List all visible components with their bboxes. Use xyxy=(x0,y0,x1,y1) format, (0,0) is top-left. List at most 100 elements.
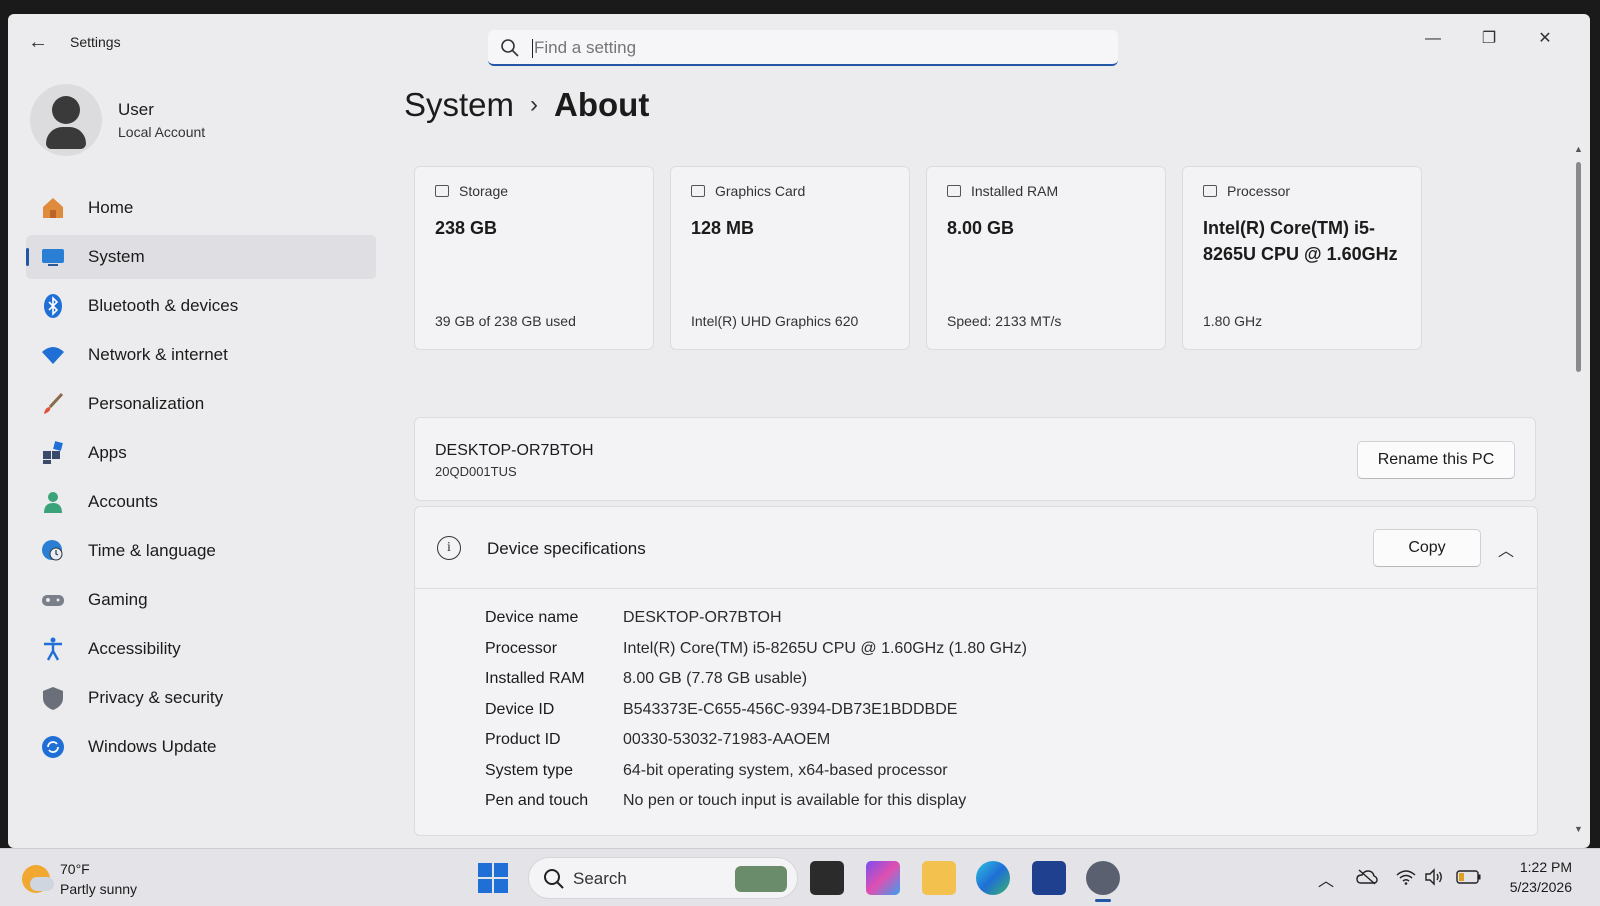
search-input[interactable] xyxy=(534,36,1094,60)
rename-pc-button[interactable]: Rename this PC xyxy=(1357,441,1515,479)
sidebar-nav: Home System Bluetooth & devices Network … xyxy=(8,184,398,772)
card-subtext: 1.80 GHz xyxy=(1203,313,1263,329)
minimize-button[interactable]: — xyxy=(1408,24,1458,54)
shield-icon xyxy=(43,687,63,710)
sidebar-item-label: Privacy & security xyxy=(88,688,224,707)
sidebar-item-label: Accessibility xyxy=(88,639,181,658)
settings-search-box[interactable] xyxy=(488,30,1118,66)
breadcrumb-parent[interactable]: System xyxy=(404,86,514,123)
table-row: Device ID B543373E-C655-456C-9394-DB73E1B… xyxy=(485,695,1027,726)
file-explorer-icon[interactable] xyxy=(922,861,956,895)
microsoft-365-icon[interactable] xyxy=(866,861,900,895)
graphics-card[interactable]: Graphics Card 128 MB Intel(R) UHD Graphi… xyxy=(670,166,910,350)
sidebar-item-privacy-security[interactable]: Privacy & security xyxy=(26,676,376,720)
search-highlight-image xyxy=(735,866,787,892)
bluetooth-icon xyxy=(44,294,62,318)
sidebar-item-label: Accounts xyxy=(88,492,158,511)
storage-card[interactable]: Storage 238 GB 39 GB of 238 GB used xyxy=(414,166,654,350)
sidebar-item-windows-update[interactable]: Windows Update xyxy=(26,725,376,769)
sidebar-item-system[interactable]: System xyxy=(26,235,376,279)
card-value: 238 GB xyxy=(435,218,498,238)
scrollbar-thumb[interactable] xyxy=(1576,162,1581,372)
sidebar-item-accessibility[interactable]: Accessibility xyxy=(26,627,376,671)
system-clock[interactable]: 1:22 PM 5/23/2026 xyxy=(1510,857,1572,897)
table-row: Installed RAM 8.00 GB (7.78 GB usable) xyxy=(485,664,1027,695)
storage-icon xyxy=(435,185,449,197)
onedrive-offline-icon[interactable] xyxy=(1356,869,1378,885)
pc-model: 20QD001TUS xyxy=(435,464,517,479)
card-value: Intel(R) Core(TM) i5-8265U CPU @ 1.60GHz xyxy=(1203,218,1398,264)
gpu-icon xyxy=(691,185,705,197)
volume-icon[interactable] xyxy=(1424,868,1444,886)
table-row: Device name DESKTOP-OR7BTOH xyxy=(485,603,1027,634)
vertical-scrollbar[interactable]: ▲ ▼ xyxy=(1574,144,1583,834)
sidebar-item-home[interactable]: Home xyxy=(26,186,376,230)
spec-value: Intel(R) Core(TM) i5-8265U CPU @ 1.60GHz… xyxy=(623,639,1027,657)
account-type: Local Account xyxy=(118,124,206,140)
sidebar-item-label: Bluetooth & devices xyxy=(88,296,239,315)
settings-window: ← Settings — ❐ ✕ User Local Account Home xyxy=(8,14,1590,848)
user-name: User xyxy=(118,100,154,119)
store-icon[interactable] xyxy=(1032,861,1066,895)
processor-card[interactable]: Processor Intel(R) Core(TM) i5-8265U CPU… xyxy=(1182,166,1422,350)
card-value: 8.00 GB xyxy=(947,218,1015,238)
sidebar-item-accounts[interactable]: Accounts xyxy=(26,480,376,524)
ram-card[interactable]: Installed RAM 8.00 GB Speed: 2133 MT/s xyxy=(926,166,1166,350)
table-row: Pen and touch No pen or touch input is av… xyxy=(485,786,1027,817)
user-card[interactable]: User Local Account xyxy=(30,84,370,156)
battery-icon[interactable] xyxy=(1456,870,1482,884)
task-view-icon[interactable] xyxy=(810,861,844,895)
chevron-up-icon[interactable]: ︿ xyxy=(1495,537,1517,560)
spec-value: 8.00 GB (7.78 GB usable) xyxy=(623,670,808,688)
wifi-icon xyxy=(42,347,64,364)
clock-date: 5/23/2026 xyxy=(1509,879,1572,895)
weather-condition: Partly sunny xyxy=(60,881,138,897)
scroll-up-arrow[interactable]: ▲ xyxy=(1574,144,1583,154)
card-title: Processor xyxy=(1227,183,1291,199)
search-icon xyxy=(544,869,564,889)
spec-value: No pen or touch input is available for t… xyxy=(623,792,967,810)
spec-value: B543373E-C655-456C-9394-DB73E1BDDBDE xyxy=(623,700,958,718)
back-button[interactable]: ← xyxy=(26,30,50,54)
sidebar-item-time-language[interactable]: Time & language xyxy=(26,529,376,573)
update-icon xyxy=(42,736,64,758)
weather-widget[interactable]: 70°F Partly sunny xyxy=(22,861,172,899)
card-title: Storage xyxy=(459,183,509,199)
copy-button[interactable]: Copy xyxy=(1373,529,1481,567)
table-row: Processor Intel(R) Core(TM) i5-8265U CPU … xyxy=(485,634,1027,665)
scroll-down-arrow[interactable]: ▼ xyxy=(1574,824,1583,834)
settings-gear-icon[interactable] xyxy=(1086,861,1120,902)
device-specifications-header[interactable]: i Device specifications Copy ︿ xyxy=(415,507,1537,589)
pc-name-row: DESKTOP-OR7BTOH 20QD001TUS Rename this P… xyxy=(414,417,1536,501)
sidebar-item-apps[interactable]: Apps xyxy=(26,431,376,475)
sidebar-item-network[interactable]: Network & internet xyxy=(26,333,376,377)
search-icon xyxy=(501,39,519,57)
person-icon xyxy=(44,492,62,513)
sidebar-item-bluetooth[interactable]: Bluetooth & devices xyxy=(26,284,376,328)
chevron-right-icon: › xyxy=(530,91,539,118)
sidebar-item-label: Personalization xyxy=(88,394,205,413)
edge-browser-icon[interactable] xyxy=(976,861,1010,895)
app-title: Settings xyxy=(70,34,121,50)
chevron-up-icon[interactable]: ︿ xyxy=(1318,867,1334,891)
spec-value: 00330-53032-71983-AAOEM xyxy=(623,731,831,749)
sidebar-item-personalization[interactable]: Personalization xyxy=(26,382,376,426)
maximize-button[interactable]: ❐ xyxy=(1464,24,1514,54)
start-button[interactable] xyxy=(478,863,508,893)
spec-key: Pen and touch xyxy=(485,792,589,810)
sidebar-item-label: Network & internet xyxy=(88,345,228,364)
device-specifications-panel: i Device specifications Copy ︿ Device na… xyxy=(414,506,1538,836)
sidebar-item-gaming[interactable]: Gaming xyxy=(26,578,376,622)
main-content: System › About Storage 238 GB 39 GB of 238… xyxy=(404,72,1560,848)
spec-table: Device name DESKTOP-OR7BTOH Processor Inte… xyxy=(485,603,1027,817)
card-subtext: Intel(R) UHD Graphics 620 xyxy=(691,313,859,329)
taskbar-search[interactable]: Search xyxy=(528,857,798,899)
close-button[interactable]: ✕ xyxy=(1520,24,1570,54)
sidebar: User Local Account Home System Bluetooth… xyxy=(8,72,398,848)
wifi-icon[interactable] xyxy=(1396,869,1416,885)
table-row: System type 64-bit operating system, x64-… xyxy=(485,756,1027,787)
spec-value: 64-bit operating system, x64-based proce… xyxy=(623,761,948,779)
table-row: Product ID 00330-53032-71983-AAOEM xyxy=(485,725,1027,756)
spec-key: System type xyxy=(485,761,574,779)
spec-key: Processor xyxy=(485,639,558,657)
